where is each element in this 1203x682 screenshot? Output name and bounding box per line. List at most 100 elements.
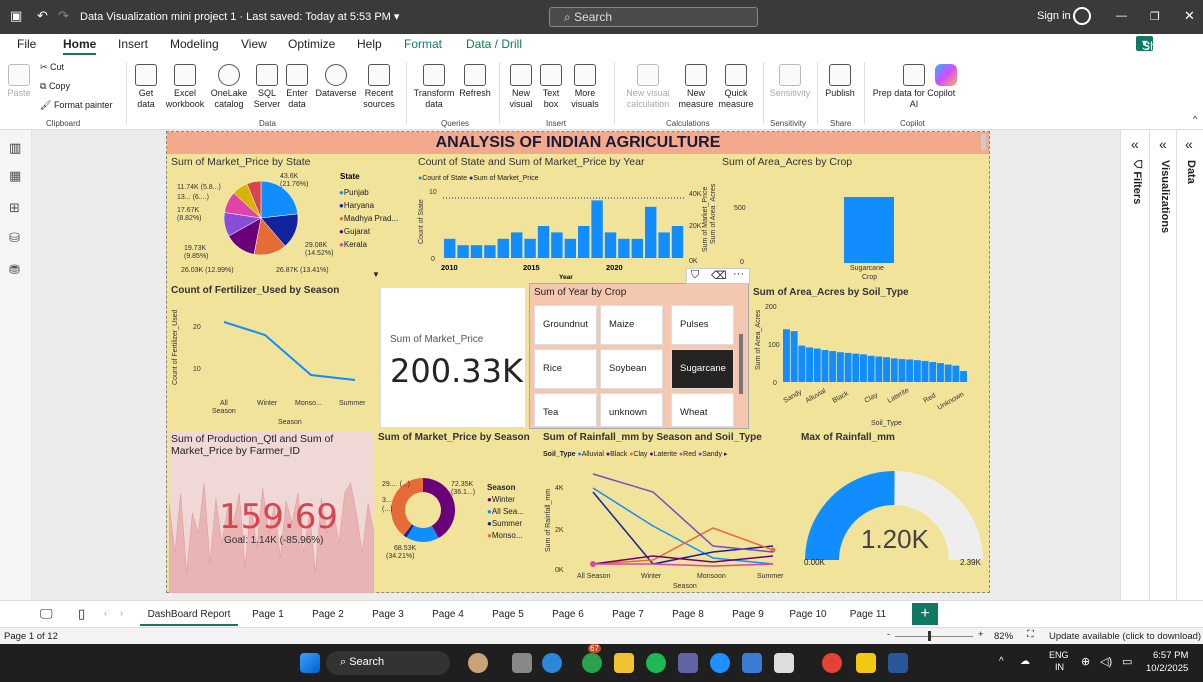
legend-item[interactable]: ●Haryana	[339, 199, 398, 212]
kpi-visual-production[interactable]: Sum of Production_Qtl and Sum of Market_…	[169, 431, 374, 593]
refresh-button[interactable]: Refresh	[458, 64, 492, 99]
report-view-icon[interactable]: ▥	[9, 140, 21, 156]
slicer-item[interactable]: Tea	[534, 393, 597, 427]
lang-primary[interactable]: ENG	[1049, 650, 1069, 660]
series-line[interactable]	[592, 491, 774, 565]
scrollbar[interactable]	[981, 134, 986, 150]
model-view-icon[interactable]: ⊞	[9, 200, 20, 216]
bar-chart-crop[interactable]: 500 0 Sugarcane Crop	[722, 172, 922, 282]
page-tab-active[interactable]: DashBoard Report	[140, 609, 238, 626]
series-line[interactable]	[592, 487, 774, 565]
copy-button[interactable]: ⧉ Copy	[40, 81, 70, 92]
legend-item[interactable]: ●Summer	[487, 518, 524, 530]
fit-page-icon[interactable]: ⛶	[1027, 629, 1034, 640]
paste-button[interactable]: Paste	[7, 64, 31, 99]
legend-item[interactable]: ●Gujarat	[339, 225, 398, 238]
bar[interactable]	[524, 238, 536, 258]
zoom-slider-thumb[interactable]	[928, 631, 931, 641]
collapse-visualizations-icon[interactable]: «	[1159, 136, 1167, 152]
menu-help[interactable]: Help	[357, 37, 382, 51]
word-icon[interactable]	[888, 653, 908, 673]
slicer-crop[interactable]: Sum of Year by Crop Groundnut Maize Puls…	[529, 283, 749, 429]
onedrive-icon[interactable]: ☁	[1020, 656, 1030, 667]
bar[interactable]	[578, 226, 590, 258]
combo-chart-year[interactable]: Count of State 10 0 Sum of Market_Price S…	[415, 184, 715, 282]
bar[interactable]	[844, 352, 852, 382]
avatar-icon[interactable]	[1073, 7, 1091, 25]
bar[interactable]	[783, 329, 790, 382]
publish-button[interactable]: Publish	[822, 64, 858, 99]
copilot-avatar-icon[interactable]	[468, 653, 488, 673]
bar[interactable]	[511, 232, 523, 258]
zoom-in-icon[interactable]: +	[978, 629, 984, 640]
bar[interactable]	[829, 351, 837, 382]
slicer-item-selected[interactable]: Sugarcane	[671, 349, 734, 389]
bar[interactable]	[952, 365, 960, 382]
collapse-ribbon-icon[interactable]: ^	[1193, 114, 1197, 124]
bar[interactable]	[631, 238, 643, 258]
page-tab[interactable]: Page 5	[478, 609, 538, 620]
data-pane-tab[interactable]: Data	[1157, 160, 1197, 184]
data-point[interactable]	[590, 561, 596, 567]
sql-server-button[interactable]: SQL Server	[252, 64, 282, 110]
menu-modeling[interactable]: Modeling	[170, 37, 219, 51]
update-notice[interactable]: Update available (click to download)	[1049, 631, 1201, 642]
bar[interactable]	[470, 245, 483, 258]
task-view-icon[interactable]	[512, 653, 532, 673]
bar[interactable]	[913, 360, 921, 382]
prev-page-icon[interactable]: ‹	[104, 608, 107, 618]
bar[interactable]	[944, 364, 952, 382]
bar[interactable]	[906, 359, 914, 382]
file-explorer-icon[interactable]	[614, 653, 634, 673]
bar[interactable]	[591, 200, 603, 258]
bar[interactable]	[645, 206, 657, 258]
get-data-button[interactable]: Get data	[133, 64, 159, 110]
slicer-item[interactable]: Soybean	[600, 349, 663, 389]
dataverse-button[interactable]: Dataverse	[312, 64, 360, 99]
menu-optimize[interactable]: Optimize	[288, 37, 335, 51]
new-visual-calculation-button[interactable]: New visual calculation	[622, 64, 674, 110]
bar[interactable]	[937, 363, 944, 382]
teams-icon[interactable]	[678, 653, 698, 673]
slicer-item[interactable]: Wheat	[671, 393, 734, 427]
share-button[interactable]: ⇪ Share ▾	[1136, 36, 1174, 53]
bar[interactable]	[618, 238, 630, 258]
copilot-button[interactable]	[932, 64, 960, 88]
bar[interactable]	[860, 354, 867, 382]
minimize-icon[interactable]: —	[1116, 10, 1127, 22]
transform-data-button[interactable]: Transform data	[412, 64, 456, 110]
page-tab[interactable]: Page 4	[418, 609, 478, 620]
tray-expand-icon[interactable]: ^	[999, 656, 1004, 667]
menu-insert[interactable]: Insert	[118, 37, 148, 51]
sensitivity-button[interactable]: Sensitivity	[768, 64, 812, 99]
legend-item[interactable]: ●Punjab	[339, 186, 398, 199]
table-view-icon[interactable]: ▦	[9, 168, 21, 184]
sign-in-link[interactable]: Sign in	[1037, 10, 1071, 22]
legend-label[interactable]: Laterite	[654, 451, 677, 458]
bar[interactable]	[898, 359, 906, 382]
bar[interactable]	[867, 355, 875, 382]
save-icon[interactable]: ▣	[10, 8, 22, 24]
new-measure-button[interactable]: New measure	[676, 64, 716, 110]
bar[interactable]	[929, 362, 937, 382]
page-tab[interactable]: Page 8	[658, 609, 718, 620]
menu-view[interactable]: View	[241, 37, 267, 51]
quick-measure-button[interactable]: Quick measure	[716, 64, 756, 110]
bar[interactable]	[821, 350, 829, 382]
bar[interactable]	[537, 226, 550, 258]
bar[interactable]	[790, 331, 798, 382]
text-box-button[interactable]: Text box	[538, 64, 564, 110]
eraser-icon[interactable]: ⌫	[711, 269, 727, 282]
zoom-slider[interactable]	[895, 636, 973, 637]
bar[interactable]	[484, 245, 496, 258]
slicer-scrollbar[interactable]	[739, 334, 743, 394]
collapse-filters-icon[interactable]: «	[1131, 136, 1139, 152]
spotify-icon[interactable]	[646, 653, 666, 673]
slicer-item[interactable]: Maize	[600, 305, 663, 345]
page-tab[interactable]: Page 9	[718, 609, 778, 620]
tmdl-view-icon[interactable]: ⛃	[9, 262, 20, 278]
close-icon[interactable]: ✕	[1184, 8, 1195, 24]
kpi-card-market-price[interactable]: Sum of Market_Price 200.33K	[380, 287, 526, 428]
page-tab[interactable]: Page 2	[298, 609, 358, 620]
legend-label[interactable]: Black	[610, 451, 627, 458]
